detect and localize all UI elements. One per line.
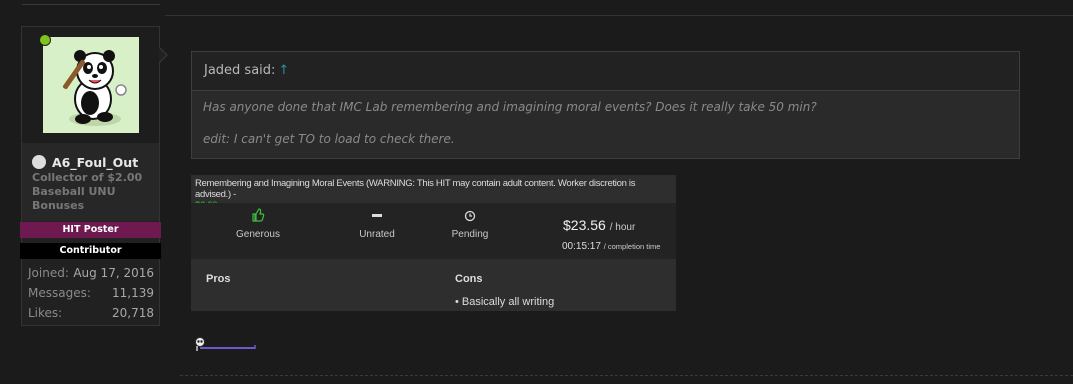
stat-value: Aug 17, 2016: [73, 266, 154, 280]
user-stats: Joined: Aug 17, 2016 Messages: 11,139 Li…: [28, 266, 154, 326]
hit-title-text: Remembering and Imagining Moral Events (…: [195, 178, 636, 200]
user-title: Collector of $2.00 Baseball UNU Bonuses: [32, 171, 143, 212]
quote-header: Jaded said: ↑: [192, 52, 1019, 91]
dash-icon: [332, 203, 422, 229]
stat-value: 20,718: [112, 306, 154, 320]
completion-value: 00:15:17: [562, 241, 601, 252]
jump-to-quote-icon[interactable]: ↑: [278, 63, 289, 78]
signature-image: [194, 336, 256, 351]
turkopticon-hit-card: Remembering and Imagining Moral Events (…: [191, 175, 676, 311]
user-banner-contributor: Contributor: [20, 243, 161, 259]
card-pointer-inner: [159, 48, 166, 62]
metric-unrated: Unrated: [332, 203, 422, 240]
pros-heading: Pros: [206, 273, 231, 285]
quote-line: edit: I can't get TO to load to check th…: [203, 132, 455, 146]
metric-label: Unrated: [359, 229, 395, 240]
quote-block: Jaded said: ↑ Has anyone done that IMC La…: [191, 51, 1020, 159]
previous-post-divider: [22, 0, 160, 5]
metric-label: Pending: [451, 229, 489, 240]
metric-pending: Pending: [425, 203, 515, 240]
post-footer-divider: [180, 375, 1073, 376]
avatar-container: [22, 27, 159, 143]
username-text: A6_Foul_Out: [52, 155, 139, 170]
completion-time: 00:15:17 / completion time: [562, 241, 660, 252]
stat-label: Messages:: [28, 286, 91, 300]
quote-author[interactable]: Jaded said:: [204, 63, 275, 78]
post-divider: [165, 15, 1073, 16]
metric-label: Generous: [236, 229, 280, 240]
panda-baseball-avatar-icon: [62, 50, 127, 126]
cons-heading: Cons: [455, 273, 483, 285]
clock-icon: [425, 203, 515, 229]
hourly-unit: / hour: [609, 222, 636, 233]
stat-row-joined: Joined: Aug 17, 2016: [28, 266, 154, 286]
user-card: A6_Foul_Out Collector of $2.00 Baseball …: [20, 26, 168, 326]
hourly-rate: $23.56 / hour: [563, 217, 635, 233]
completion-label: / completion time: [603, 242, 661, 251]
metric-generous: Generous: [213, 203, 303, 240]
online-status-indicator: [39, 34, 51, 46]
hit-metrics: Generous Unrated Pending $23.56 / hour 0…: [191, 203, 676, 259]
thumbs-up-icon: [213, 203, 303, 229]
stat-label: Likes:: [28, 306, 63, 320]
hourly-value: $23.56: [563, 217, 606, 233]
user-banner-hit-poster: HIT Poster: [20, 222, 161, 238]
stat-row-messages: Messages: 11,139: [28, 286, 154, 306]
stat-value[interactable]: 11,139: [112, 286, 154, 306]
stat-row-likes: Likes: 20,718: [28, 306, 154, 326]
avatar[interactable]: [43, 37, 139, 133]
quote-body: Has anyone done that IMC Lab remembering…: [192, 91, 1019, 171]
username-link[interactable]: A6_Foul_Out: [32, 155, 138, 170]
user-badge-icon: [32, 155, 46, 169]
cons-item: • Basically all writing: [455, 296, 555, 308]
quote-line: Has anyone done that IMC Lab remembering…: [203, 100, 817, 114]
stat-label: Joined:: [28, 266, 69, 280]
